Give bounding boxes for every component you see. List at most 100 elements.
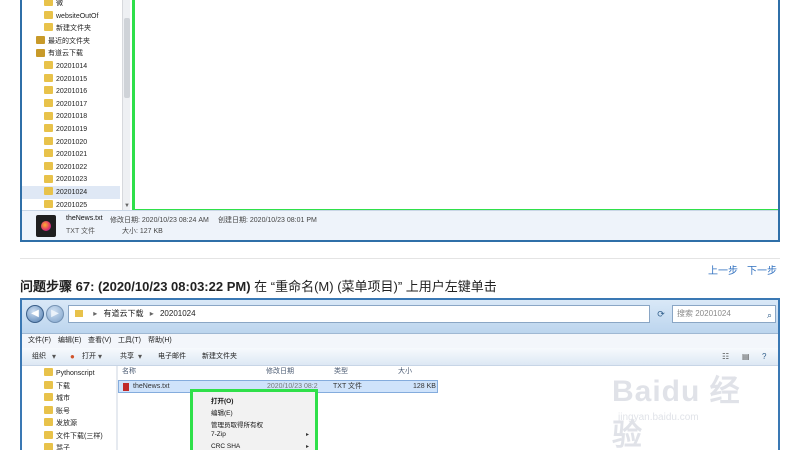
tree-item-label: 20201016 — [56, 88, 88, 96]
folder-icon — [44, 0, 53, 7]
baidu-watermark: Baidu 经验 jingyan.baidu.com — [612, 356, 762, 450]
tree-item[interactable]: 微 — [22, 0, 63, 10]
menu-item-crc-sha[interactable]: CRC SHA — [211, 443, 240, 450]
folder-icon — [44, 73, 53, 82]
details-modified: 修改日期: 2020/10/23 08:24 AM — [110, 217, 209, 224]
scroll-down-icon[interactable]: ▼ — [123, 202, 131, 210]
breadcrumb-part1[interactable]: 有道云下载 — [103, 309, 143, 318]
folder-icon — [44, 405, 53, 414]
tree-item[interactable]: 20201019 — [22, 123, 87, 136]
folder-icon — [44, 443, 53, 450]
folder-icon — [44, 368, 53, 377]
tree-item-label: 20201021 — [56, 151, 88, 159]
tree-item-label: 新建文件夹 — [56, 25, 91, 33]
nav-tree-item[interactable]: Pythonscript — [44, 368, 95, 380]
folder-icon — [44, 23, 53, 32]
scrollbar-thumb[interactable] — [124, 18, 130, 98]
menu-item-open[interactable]: 打开(O) — [211, 395, 233, 405]
tree-item[interactable]: websiteOutOf — [22, 10, 98, 23]
menu-tools[interactable]: 工具(T) — [118, 334, 141, 348]
organize-button[interactable]: 组织 — [32, 348, 46, 366]
new-folder-button[interactable]: 新建文件夹 — [202, 348, 237, 366]
step-description: 在 “重命名(M) (菜单项目)” 上用户左键单击 — [254, 279, 497, 294]
nav-tree-item[interactable]: 文件下载(三样) — [44, 430, 103, 443]
divider — [20, 258, 780, 259]
folder-icon — [44, 149, 53, 158]
nav-tree-item-label: Pythonscript — [56, 370, 95, 377]
column-name[interactable]: 名称 — [122, 366, 136, 378]
tree-item-label: websiteOutOf — [56, 12, 99, 20]
breadcrumb-arrow-icon: ▸ — [93, 309, 98, 318]
refresh-icon[interactable]: ⟳ — [654, 305, 668, 323]
tree-item-label: 20201025 — [56, 201, 88, 209]
menu-item-7zip[interactable]: 7-Zip — [211, 431, 226, 438]
prev-step-link[interactable]: 上一步 — [708, 262, 738, 277]
column-size[interactable]: 大小 — [398, 366, 412, 378]
tree-item[interactable]: 有道云下载 — [22, 47, 83, 60]
chevron-down-icon: ▾ — [138, 352, 143, 361]
pane-divider[interactable] — [116, 366, 118, 450]
tree-item[interactable]: 20201024 — [22, 186, 120, 199]
nav-tree-item[interactable]: 下载 — [44, 380, 70, 393]
menu-item-take-ownership[interactable]: 管理员取得所有权 — [211, 419, 263, 429]
details-pane: theNews.txt TXT 文件 修改日期: 2020/10/23 08:2… — [22, 210, 778, 240]
share-button[interactable]: 共享 — [120, 348, 134, 366]
tree-item[interactable]: 20201023 — [22, 173, 87, 186]
menu-item-edit[interactable]: 编辑(E) — [211, 407, 233, 417]
nav-tree-item-label: 下载 — [56, 382, 70, 390]
search-icon[interactable]: ⌕ — [767, 307, 772, 323]
nav-tree-item-label: 账号 — [56, 407, 70, 415]
file-size: 128 KB — [413, 383, 436, 390]
tree-item[interactable]: 新建文件夹 — [22, 22, 91, 35]
folder-icon — [44, 174, 53, 183]
step-number-time: 67: (2020/10/23 08:03:22 PM) — [75, 279, 251, 294]
email-button[interactable]: 电子邮件 — [158, 348, 186, 366]
nav-tree-item[interactable]: 城市 — [44, 393, 70, 405]
nav-tree-item[interactable]: 骂子 — [44, 443, 70, 450]
tree-item[interactable]: 20201018 — [22, 110, 87, 123]
breadcrumb-part2[interactable]: 20201024 — [160, 309, 196, 318]
tree-item[interactable]: 20201014 — [22, 60, 87, 73]
search-input[interactable]: 搜索 20201024 ⌕ — [672, 305, 776, 323]
tree-item[interactable]: 20201022 — [22, 161, 87, 174]
details-file-name: theNews.txt — [66, 215, 103, 222]
watermark-url: jingyan.baidu.com — [618, 412, 699, 423]
tree-item[interactable]: 20201016 — [22, 85, 87, 98]
tree-item[interactable]: 20201025 — [22, 199, 87, 210]
submenu-arrow-icon: ▸ — [305, 444, 309, 450]
submenu-arrow-icon: ▸ — [305, 432, 309, 438]
menu-file[interactable]: 文件(F) — [28, 334, 51, 348]
menu-help[interactable]: 帮助(H) — [148, 334, 172, 348]
back-icon[interactable]: ◀ — [26, 305, 44, 323]
folder-icon — [44, 199, 53, 208]
nav-tree-item[interactable]: 发放源 — [44, 418, 77, 430]
forward-icon[interactable]: ▶ — [46, 305, 64, 323]
tree-item[interactable]: 20201021 — [22, 148, 87, 161]
tree-item-label: 最近的文件夹 — [48, 37, 90, 45]
column-modified[interactable]: 修改日期 — [266, 366, 294, 378]
next-step-link[interactable]: 下一步 — [747, 262, 777, 277]
nav-tree-item[interactable]: 账号 — [44, 405, 70, 418]
tree-item-label: 20201015 — [56, 75, 88, 83]
menu-view[interactable]: 查看(V) — [88, 334, 111, 348]
tree-item[interactable]: 20201015 — [22, 73, 87, 86]
details-file-type: TXT 文件 — [66, 228, 96, 235]
help-icon[interactable]: ? — [762, 353, 766, 361]
file-list-area[interactable] — [132, 0, 778, 210]
tree-item-label: 20201020 — [56, 138, 88, 146]
folder-icon — [44, 98, 53, 107]
folder-tree: 微 websiteOutOf 新建文件夹最近的文件夹 有道云下载 20201014 202… — [22, 0, 122, 210]
open-button[interactable]: 打开 — [82, 348, 96, 366]
tree-item-label: 20201022 — [56, 163, 88, 171]
column-type[interactable]: 类型 — [334, 366, 348, 378]
tree-item[interactable]: 20201020 — [22, 136, 87, 149]
file-type: TXT 文件 — [333, 383, 363, 390]
tree-scrollbar[interactable]: ▼ — [122, 0, 130, 210]
tree-item-label: 20201018 — [56, 113, 88, 121]
menu-edit[interactable]: 编辑(E) — [58, 334, 81, 348]
tree-item[interactable]: 20201017 — [22, 98, 87, 111]
folder-icon — [44, 161, 53, 170]
address-input[interactable]: ▸ 有道云下载 ▸ 20201024 — [68, 305, 650, 323]
tree-item-label: 有道云下载 — [48, 50, 83, 58]
tree-item[interactable]: 最近的文件夹 — [22, 35, 90, 48]
